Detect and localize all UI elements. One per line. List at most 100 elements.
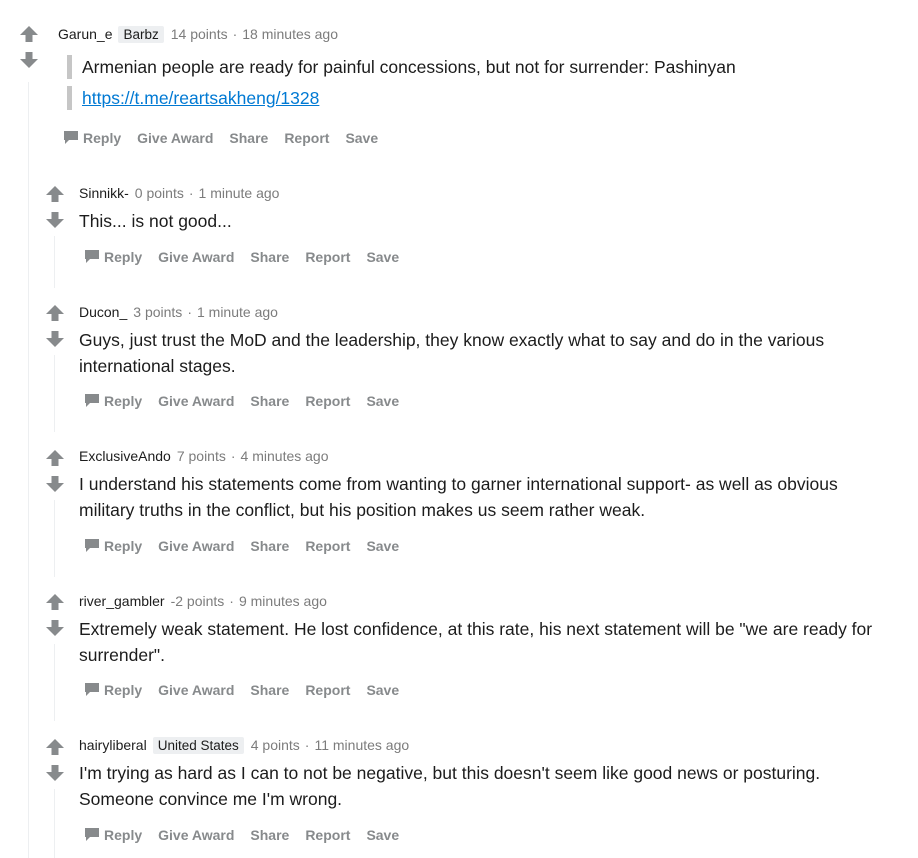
comment-author[interactable]: hairyliberal: [79, 737, 147, 753]
comment-author[interactable]: river_gambler: [79, 593, 165, 609]
reply-button[interactable]: Reply: [63, 129, 121, 148]
arrow-down-icon[interactable]: [45, 475, 65, 493]
save-button[interactable]: Save: [366, 393, 399, 409]
speech-bubble-icon: [63, 129, 79, 148]
vote-controls: [45, 593, 65, 637]
comment-time[interactable]: 9 minutes ago: [239, 593, 327, 609]
meta-separator: ·: [187, 304, 192, 320]
arrow-up-icon[interactable]: [45, 449, 65, 467]
comment-meta: hairyliberal United States 4 points · 11…: [79, 735, 409, 755]
reply-label: Reply: [104, 538, 143, 554]
comment-body: I'm trying as hard as I can to not be ne…: [79, 763, 821, 809]
reply-label: Reply: [104, 249, 143, 265]
comment-actions: Reply Give Award Share Report Save: [84, 247, 415, 267]
vote-controls: [45, 738, 65, 782]
share-button[interactable]: Share: [250, 538, 289, 554]
speech-bubble-icon: [84, 537, 100, 556]
share-button[interactable]: Share: [250, 249, 289, 265]
thread-line-reply[interactable]: [54, 500, 55, 577]
blockquote: Armenian people are ready for painful co…: [67, 55, 736, 79]
report-button[interactable]: Report: [284, 130, 329, 146]
thread-line-reply[interactable]: [54, 644, 55, 721]
arrow-down-icon[interactable]: [45, 330, 65, 348]
meta-separator: ·: [188, 185, 194, 201]
comment-actions: Reply Give Award Share Report Save: [84, 825, 415, 845]
give-award-button[interactable]: Give Award: [158, 538, 234, 554]
give-award-button[interactable]: Give Award: [158, 393, 234, 409]
report-button[interactable]: Report: [305, 827, 350, 843]
comment-actions: Reply Give Award Share Report Save: [84, 680, 415, 700]
save-button[interactable]: Save: [366, 538, 399, 554]
arrow-down-icon[interactable]: [45, 211, 65, 229]
thread-line-parent[interactable]: [28, 82, 29, 858]
save-button[interactable]: Save: [366, 682, 399, 698]
save-button[interactable]: Save: [366, 249, 399, 265]
comment-points: 14 points: [170, 26, 228, 42]
arrow-up-icon[interactable]: [45, 738, 65, 756]
arrow-up-icon[interactable]: [19, 25, 39, 43]
comment-body: This... is not good...: [79, 211, 232, 231]
speech-bubble-icon: [84, 681, 100, 700]
reply-label: Reply: [104, 827, 143, 843]
report-button[interactable]: Report: [305, 249, 350, 265]
speech-bubble-icon: [84, 392, 100, 411]
report-button[interactable]: Report: [305, 393, 350, 409]
share-button[interactable]: Share: [250, 393, 289, 409]
comment-author[interactable]: Sinnikk-: [79, 185, 129, 201]
vote-controls: [45, 304, 65, 348]
comment-meta: Garun_e Barbz 14 points · 18 minutes ago: [58, 24, 338, 44]
meta-separator: ·: [232, 26, 238, 42]
thread-line-reply[interactable]: [54, 789, 55, 858]
share-button[interactable]: Share: [229, 130, 268, 146]
comment-author[interactable]: ExclusiveAndo: [79, 448, 171, 464]
save-button[interactable]: Save: [345, 130, 378, 146]
comment-body: Extremely weak statement. He lost confid…: [79, 619, 873, 665]
comment-meta: river_gambler -2 points · 9 minutes ago: [79, 591, 327, 611]
comment-time[interactable]: 1 minute ago: [197, 304, 278, 320]
thread-line-reply[interactable]: [54, 355, 55, 432]
share-button[interactable]: Share: [250, 682, 289, 698]
reply-button[interactable]: Reply: [84, 248, 142, 267]
comment-body: I understand his statements come from wa…: [79, 474, 838, 520]
vote-controls: [45, 185, 65, 229]
blockquote-link: https://t.me/reartsakheng/1328: [67, 86, 319, 110]
give-award-button[interactable]: Give Award: [158, 682, 234, 698]
arrow-up-icon[interactable]: [45, 304, 65, 322]
give-award-button[interactable]: Give Award: [158, 249, 234, 265]
vote-controls: [45, 449, 65, 493]
report-button[interactable]: Report: [305, 538, 350, 554]
save-button[interactable]: Save: [366, 827, 399, 843]
arrow-down-icon[interactable]: [45, 619, 65, 637]
comment-meta: Sinnikk- 0 points · 1 minute ago: [79, 183, 279, 203]
meta-separator: ·: [230, 448, 236, 464]
arrow-down-icon[interactable]: [19, 51, 39, 69]
reply-button[interactable]: Reply: [84, 537, 142, 556]
comment-time[interactable]: 4 minutes ago: [241, 448, 329, 464]
arrow-down-icon[interactable]: [45, 764, 65, 782]
comment-time[interactable]: 18 minutes ago: [242, 26, 338, 42]
share-button[interactable]: Share: [250, 827, 289, 843]
comment-author[interactable]: Ducon_: [79, 304, 127, 320]
arrow-up-icon[interactable]: [45, 185, 65, 203]
arrow-up-icon[interactable]: [45, 593, 65, 611]
meta-separator: ·: [304, 737, 310, 753]
speech-bubble-icon: [84, 248, 100, 267]
comment-points: 4 points: [250, 737, 300, 753]
give-award-button[interactable]: Give Award: [137, 130, 213, 146]
user-flair: United States: [152, 736, 244, 754]
report-button[interactable]: Report: [305, 682, 350, 698]
reply-label: Reply: [104, 682, 143, 698]
thread-line-reply[interactable]: [54, 236, 55, 288]
reply-label: Reply: [104, 393, 143, 409]
comment-time[interactable]: 1 minute ago: [199, 185, 280, 201]
comment-author[interactable]: Garun_e: [58, 26, 112, 42]
comment-actions: Reply Give Award Share Report Save: [84, 536, 415, 556]
external-link[interactable]: https://t.me/reartsakheng/1328: [82, 88, 319, 108]
comment-time[interactable]: 11 minutes ago: [314, 737, 409, 753]
reply-button[interactable]: Reply: [84, 826, 142, 845]
reply-button[interactable]: Reply: [84, 681, 142, 700]
reply-label: Reply: [83, 130, 122, 146]
reply-button[interactable]: Reply: [84, 392, 142, 411]
comment-points: 7 points: [176, 448, 226, 464]
give-award-button[interactable]: Give Award: [158, 827, 234, 843]
